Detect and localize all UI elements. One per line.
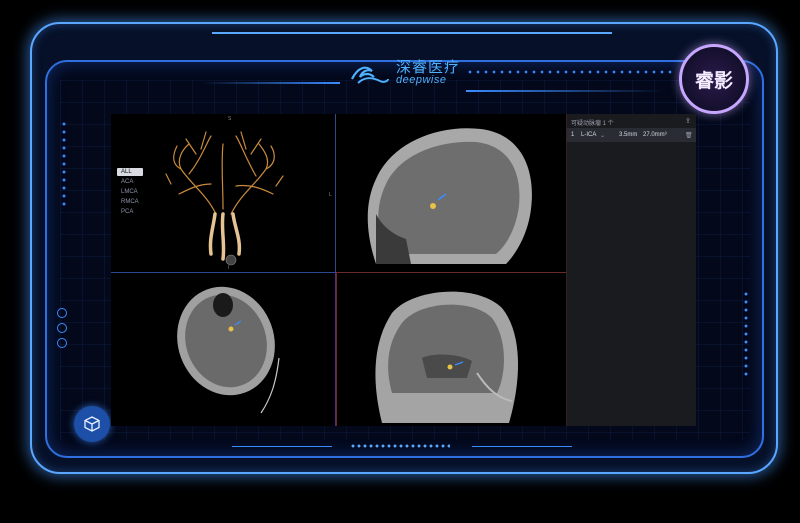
trash-icon[interactable]: 🗑 bbox=[685, 132, 693, 139]
finding-location: L-ICA bbox=[581, 132, 597, 138]
finding-index: 1 bbox=[571, 132, 575, 138]
axial-ct-image bbox=[177, 286, 280, 414]
viewport-axial-ct[interactable] bbox=[111, 273, 336, 426]
side-circles bbox=[57, 308, 67, 348]
cube-button[interactable] bbox=[74, 406, 110, 442]
viewport-sagittal-ct[interactable] bbox=[336, 114, 566, 273]
header-line-right bbox=[466, 90, 666, 92]
findings-panel: 可疑动脉瘤 1 个 ⇪ 1 L-ICA ⌄ 3.5mm 27.0mm³ 🗑 bbox=[567, 114, 696, 426]
finding-volume: 27.0mm³ bbox=[643, 132, 667, 138]
export-icon[interactable]: ⇪ bbox=[685, 117, 691, 125]
coronal-ct-image bbox=[375, 291, 519, 423]
brand-logo-icon bbox=[351, 66, 389, 84]
header-dots bbox=[466, 70, 676, 74]
viewport-coronal-ct[interactable] bbox=[336, 273, 567, 426]
bottom-decoration bbox=[232, 440, 572, 454]
finding-size: 3.5mm bbox=[619, 132, 638, 138]
finding-row[interactable]: 1 L-ICA ⌄ 3.5mm 27.0mm³ 🗑 bbox=[567, 128, 696, 142]
viewer-screen: S L I ALL ACA LMCA RMCA PCA 可疑动脉瘤 1 个 ⇪ … bbox=[111, 114, 696, 426]
cube-icon bbox=[84, 416, 100, 432]
viewport-3d-vessels[interactable]: S L I ALL ACA LMCA RMCA PCA bbox=[111, 114, 336, 273]
brand-name-en: deepwise bbox=[396, 74, 447, 86]
product-badge[interactable]: 睿影 bbox=[679, 44, 749, 114]
chevron-down-icon[interactable]: ⌄ bbox=[600, 132, 605, 139]
sagittal-ct-image bbox=[367, 128, 532, 264]
header-line-left bbox=[200, 82, 340, 84]
side-dots-right bbox=[744, 290, 748, 380]
brand-name-cn: 深睿医疗 bbox=[396, 59, 461, 76]
side-dots-left bbox=[62, 120, 66, 210]
brand: 深睿医疗 deepwise bbox=[350, 60, 460, 86]
vessel-tree-render bbox=[165, 131, 284, 266]
findings-header: 可疑动脉瘤 1 个 bbox=[571, 121, 614, 127]
badge-label: 睿影 bbox=[694, 70, 733, 92]
